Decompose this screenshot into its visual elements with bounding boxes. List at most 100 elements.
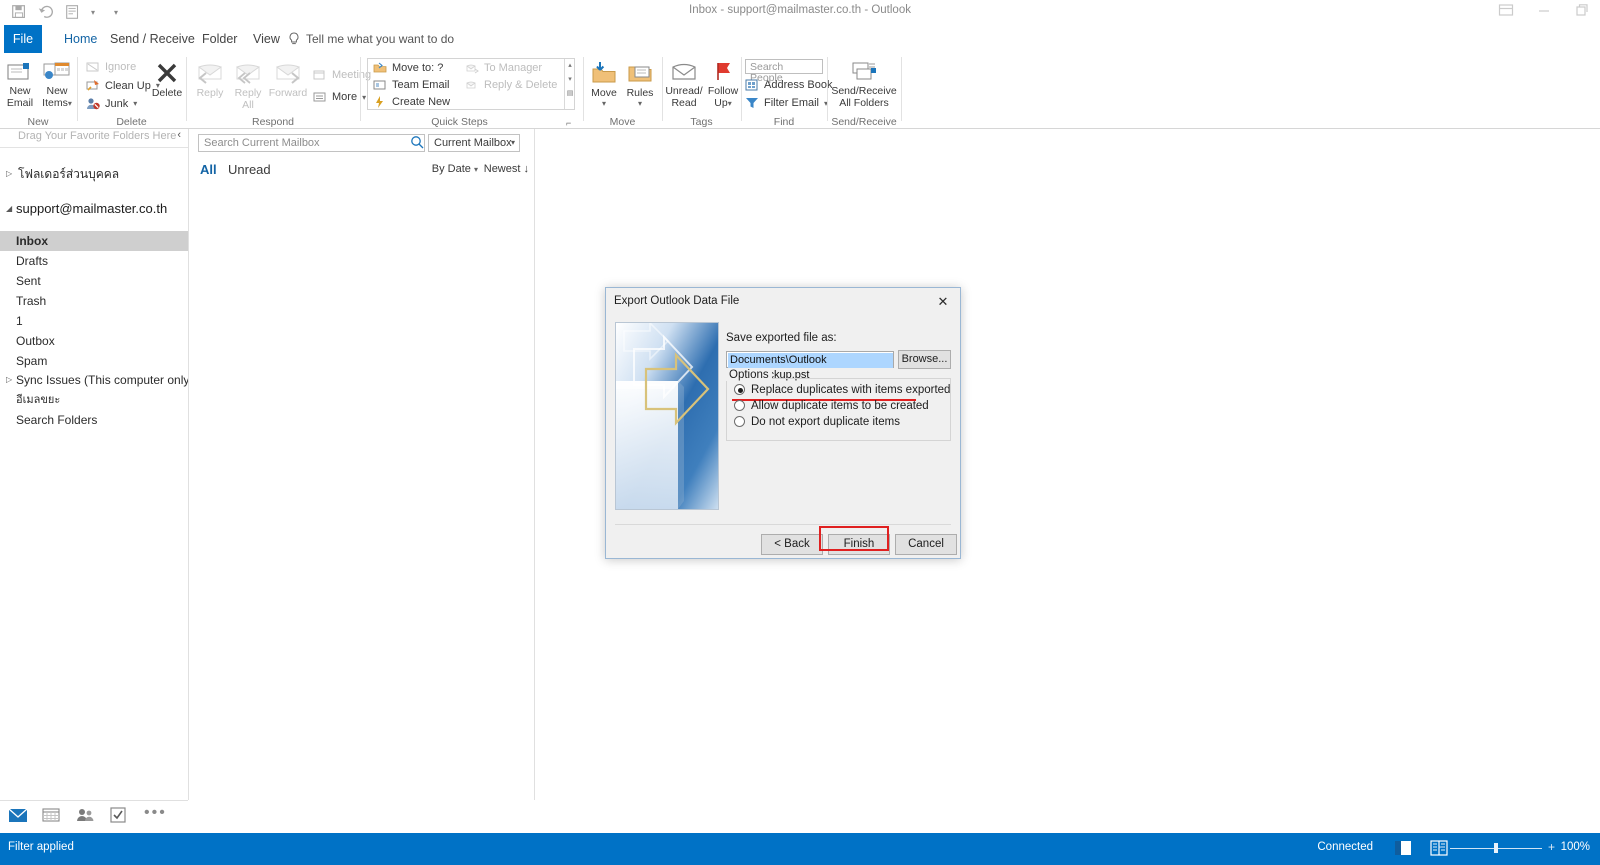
mail-module-icon[interactable] <box>8 807 28 823</box>
sidebar-item-outbox[interactable]: Outbox <box>0 331 188 351</box>
radio-button-icon[interactable] <box>734 384 745 395</box>
quick-steps-more-icon[interactable]: ▤ <box>565 87 575 101</box>
address-book-button[interactable]: Address Book <box>745 79 832 91</box>
filter-email-button[interactable]: Filter Email▾ <box>745 97 828 109</box>
normal-view-icon[interactable] <box>1394 840 1412 856</box>
tab-view[interactable]: View <box>241 25 292 53</box>
ribbon-group-move: Move ▾ Rules ▾ Move <box>584 53 661 129</box>
reply-button[interactable]: Reply <box>191 61 229 100</box>
sidebar-item-personal-folders[interactable]: ▷ โฟลเดอร์ส่วนบุคคล <box>0 164 188 184</box>
sidebar-item-search-folders[interactable]: Search Folders <box>0 410 188 430</box>
delete-button[interactable]: Delete <box>150 61 184 100</box>
chevron-down-icon[interactable]: ▾ <box>586 99 622 108</box>
chevron-down-icon[interactable]: ▾ <box>511 138 515 147</box>
sort-by-label: By Date <box>431 163 471 175</box>
sort-order-button[interactable]: Newest ↓ <box>484 163 529 175</box>
quick-steps-scroll-up-icon[interactable]: ▴ <box>565 59 575 73</box>
ignore-button[interactable]: Ignore <box>86 61 136 73</box>
quick-step-team-email[interactable]: Team Email <box>373 79 449 91</box>
search-input[interactable]: Search Current Mailbox <box>198 134 425 152</box>
sidebar-item-sent[interactable]: Sent <box>0 271 188 291</box>
ribbon-group-label-respond: Respond <box>251 116 295 128</box>
reply-label: Reply <box>196 87 224 99</box>
ribbon-tab-bar: File Home Send / Receive Folder View Tel… <box>0 25 1600 53</box>
sidebar-item-trash[interactable]: Trash <box>0 291 188 311</box>
quick-step-to-manager[interactable]: To Manager <box>465 62 542 74</box>
status-bar: Filter applied Connected − + 100% <box>0 833 1600 865</box>
delete-label: Delete <box>151 87 183 99</box>
sidebar-item-sync-issues[interactable]: ▷ Sync Issues (This computer only) <box>0 370 193 390</box>
export-arrow-graphic-icon <box>616 323 718 509</box>
sidebar-item-account[interactable]: ◢ support@mailmaster.co.th <box>0 199 188 219</box>
ribbon-display-options-icon[interactable] <box>1498 2 1514 18</box>
divider <box>534 129 535 800</box>
sidebar-item-junk-email-thai[interactable]: อีเมลขยะ <box>0 390 188 410</box>
chevron-right-icon[interactable]: ▷ <box>6 164 12 184</box>
flag-icon <box>717 63 730 80</box>
clean-up-button[interactable]: Clean Up ▾ <box>86 79 160 92</box>
quick-step-move-to[interactable]: Move to: ? <box>373 62 443 74</box>
search-people-input[interactable]: Search People <box>745 59 823 84</box>
sort-by-button[interactable]: By Date ▾ <box>432 163 478 175</box>
send-receive-all-folders-button[interactable]: Send/Receive All Folders <box>828 61 900 109</box>
team-email-icon <box>373 80 386 90</box>
filter-all-tab[interactable]: All <box>200 162 217 177</box>
rules-button[interactable]: Rules ▾ <box>622 61 658 108</box>
chevron-down-icon[interactable]: ▾ <box>622 99 658 108</box>
minimize-icon[interactable] <box>1536 2 1552 18</box>
more-respond-label: More <box>332 91 358 103</box>
more-respond-button[interactable]: More ▾ <box>313 91 366 103</box>
window-controls[interactable] <box>1498 2 1590 18</box>
zoom-in-icon[interactable]: + <box>1548 840 1555 854</box>
tell-me-box[interactable]: Tell me what you want to do <box>288 25 454 53</box>
people-module-icon[interactable] <box>76 807 94 823</box>
sidebar-item-label: Drafts <box>16 254 49 268</box>
close-icon[interactable]: ✕ <box>928 291 958 313</box>
restore-icon[interactable] <box>1574 2 1590 18</box>
more-icon <box>313 92 326 102</box>
chevron-down-icon[interactable]: ▾ <box>474 165 478 174</box>
sidebar-item-label: 1 <box>16 314 23 328</box>
follow-up-button[interactable]: Follow Up▾ <box>705 61 741 109</box>
sidebar-item-drafts[interactable]: Drafts <box>0 251 188 271</box>
sidebar-item-1[interactable]: 1 <box>0 311 188 331</box>
zoom-out-icon[interactable]: − <box>1438 840 1445 854</box>
quick-steps-scroll[interactable]: ▴ ▾ ▤ <box>564 59 575 109</box>
sidebar-item-inbox[interactable]: Inbox <box>0 231 188 251</box>
cancel-button[interactable]: Cancel <box>895 534 957 555</box>
lightbulb-icon <box>289 32 299 45</box>
search-icon[interactable] <box>410 135 424 149</box>
zoom-knob[interactable] <box>1494 843 1498 853</box>
forward-button[interactable]: Forward <box>267 61 309 100</box>
zoom-level[interactable]: 100% <box>1561 841 1590 853</box>
back-button[interactable]: < Back <box>761 534 823 555</box>
quick-steps-scroll-down-icon[interactable]: ▾ <box>565 73 575 87</box>
chevron-down-icon[interactable]: ◢ <box>6 199 12 219</box>
outlook-window: mailmaster mailmaster mailmaster mailmas… <box>0 0 1600 865</box>
browse-button[interactable]: Browse... <box>898 350 951 369</box>
radio-button-icon[interactable] <box>734 416 745 427</box>
sidebar-item-spam[interactable]: Spam <box>0 351 188 371</box>
zoom-slider[interactable]: − + <box>1438 840 1555 854</box>
new-email-button[interactable]: New Email <box>2 61 38 109</box>
unread-read-button[interactable]: Unread/ Read <box>663 61 705 109</box>
radio-button-icon[interactable] <box>734 400 745 411</box>
reply-all-button[interactable]: Reply All <box>229 61 267 111</box>
connection-status: Connected <box>1317 841 1373 853</box>
ribbon-group-label-find: Find <box>773 116 795 128</box>
move-to-folder-icon <box>373 62 387 73</box>
move-button[interactable]: Move ▾ <box>586 61 622 108</box>
filter-unread-tab[interactable]: Unread <box>228 162 271 177</box>
chevron-right-icon[interactable]: ▷ <box>6 370 12 390</box>
new-items-button[interactable]: New Items▾ <box>38 61 76 109</box>
calendar-module-icon[interactable] <box>42 807 60 823</box>
tasks-module-icon[interactable] <box>110 807 126 823</box>
junk-button[interactable]: Junk ▾ <box>86 97 137 110</box>
tab-file[interactable]: File <box>4 25 42 53</box>
quick-step-reply-delete[interactable]: Reply & Delete <box>465 79 557 91</box>
more-modules-icon[interactable]: ••• <box>144 804 167 822</box>
search-scope-select[interactable]: Current Mailbox <box>428 134 520 152</box>
export-path-input[interactable]: Documents\Outlook Files\backup.pst <box>726 351 894 381</box>
quick-step-create-new[interactable]: Create New <box>373 96 450 108</box>
collapse-folder-pane-icon[interactable]: ‹ <box>177 129 181 141</box>
